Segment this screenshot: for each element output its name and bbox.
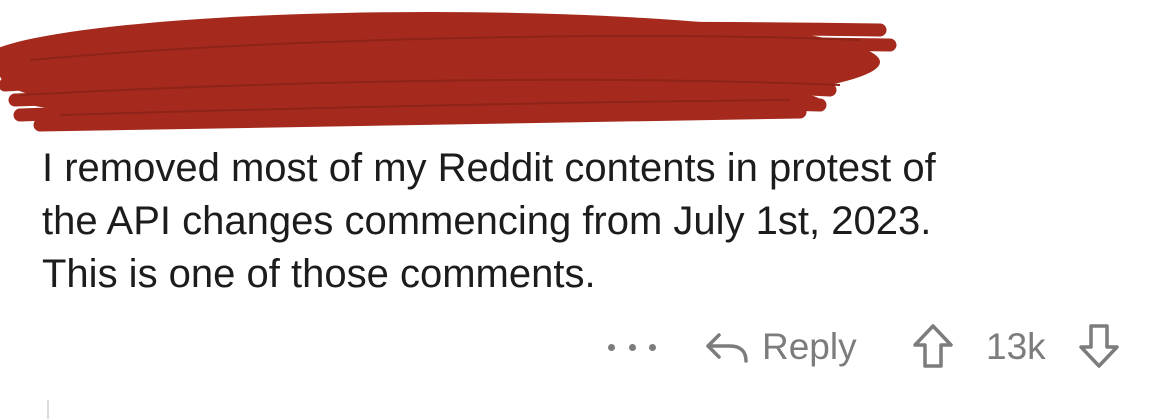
thread-line [47, 400, 49, 419]
reply-button[interactable]: Reply [704, 322, 857, 372]
redaction-scribble [0, 12, 897, 132]
comment-body: I removed most of my Reddit contents in … [42, 142, 1142, 301]
reply-arrow-icon [706, 333, 748, 363]
upvote-button[interactable] [910, 322, 956, 372]
more-options-button[interactable] [608, 322, 656, 372]
more-dots-icon [628, 343, 636, 351]
comment-line: I removed most of my Reddit contents in … [42, 146, 936, 190]
reply-label: Reply [762, 326, 857, 367]
more-dots-icon [649, 343, 656, 351]
comment-line: This is one of those comments. [42, 252, 596, 296]
downvote-button[interactable] [1076, 322, 1122, 372]
more-dots-icon [608, 343, 615, 351]
comment-line: the API changes commencing from July 1st… [42, 199, 932, 243]
downvote-arrow-icon [1079, 324, 1119, 368]
vote-count: 13k [986, 326, 1046, 367]
upvote-arrow-icon [913, 324, 953, 368]
